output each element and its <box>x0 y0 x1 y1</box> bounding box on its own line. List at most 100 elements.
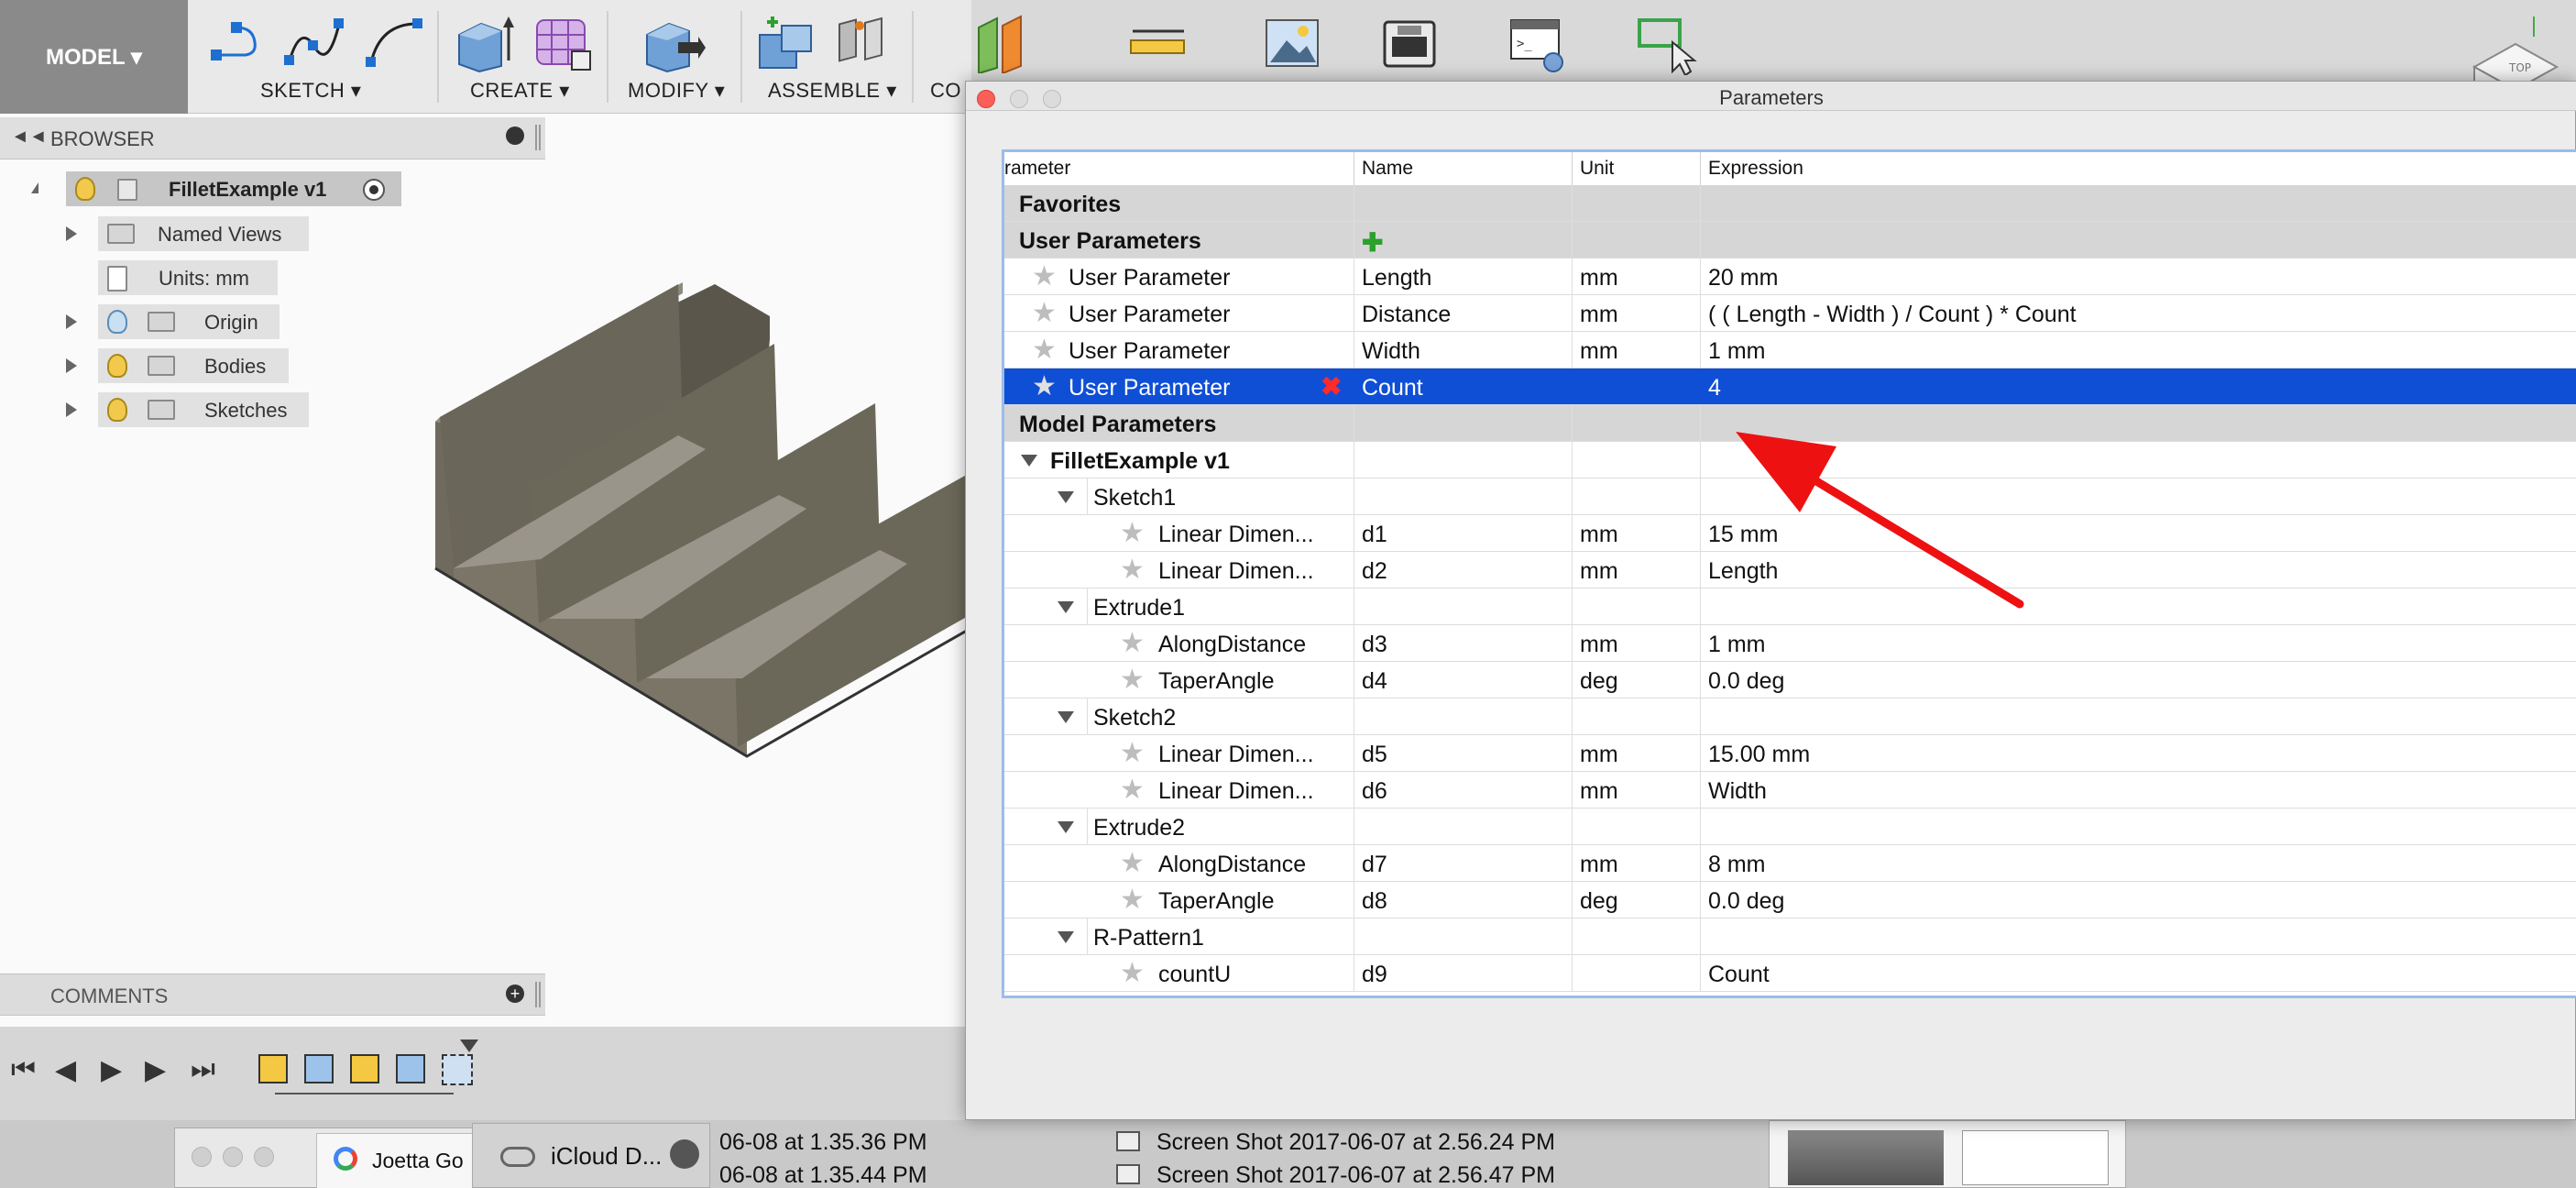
param-name[interactable]: d9 <box>1354 955 1573 992</box>
expanded-triangle-icon[interactable] <box>31 182 38 193</box>
collapse-triangle-icon[interactable] <box>1021 455 1037 467</box>
param-unit[interactable]: mm <box>1573 295 1701 332</box>
assemble-menu[interactable]: ASSEMBLE ▾ <box>768 79 897 103</box>
add-comment-icon[interactable]: + <box>506 984 524 1003</box>
favorite-star-icon[interactable]: ★ <box>1120 850 1145 877</box>
favorite-star-icon[interactable]: ★ <box>1120 520 1145 547</box>
param-expression[interactable]: 15.00 mm <box>1701 735 2576 772</box>
new-component-icon[interactable] <box>756 13 820 73</box>
skip-to-end-icon[interactable]: ⏭ <box>191 1054 215 1085</box>
tree-node-feature[interactable]: Extrude2 <box>1004 808 2576 845</box>
file-name[interactable]: Screen Shot 2017-06-07 at 2.56.24 PM <box>1156 1129 1555 1156</box>
favorite-star-icon[interactable]: ★ <box>1120 960 1145 987</box>
browser-panel-header[interactable]: ◄◄ BROWSER <box>0 117 545 160</box>
table-row[interactable]: ★ User Parameter Width mm 1 mm <box>1004 332 2576 368</box>
sketches-pill[interactable]: Sketches <box>98 392 309 427</box>
table-row[interactable]: ★ TaperAngle d4 deg 0.0 deg <box>1004 662 2576 698</box>
column-header-parameter[interactable]: rameter <box>1004 152 1354 185</box>
param-name[interactable]: d4 <box>1354 662 1573 698</box>
table-row[interactable]: ★ countU d9 Count <box>1004 955 2576 992</box>
collapse-panel-icon[interactable]: ◄◄ <box>11 126 48 148</box>
param-name[interactable]: Length <box>1354 258 1573 295</box>
favorite-star-icon[interactable]: ★ <box>1120 776 1145 804</box>
browser-item-origin[interactable]: Origin <box>0 304 545 339</box>
table-row[interactable]: ★ User Parameter Distance mm ( ( Length … <box>1004 295 2576 332</box>
comments-panel-header[interactable]: COMMENTS + <box>0 974 545 1016</box>
modify-menu[interactable]: MODIFY ▾ <box>628 79 725 103</box>
collapse-triangle-icon[interactable] <box>1058 491 1074 503</box>
construct-icon[interactable] <box>973 13 1037 73</box>
param-name[interactable]: Count <box>1354 368 1573 405</box>
favorite-star-icon[interactable]: ★ <box>1120 630 1145 657</box>
param-expression[interactable]: 20 mm <box>1701 258 2576 295</box>
select-icon[interactable] <box>1636 15 1700 75</box>
collapse-triangle-icon[interactable] <box>1058 711 1074 723</box>
param-name[interactable]: d1 <box>1354 515 1573 552</box>
visibility-bulb-icon[interactable] <box>107 310 127 334</box>
param-name[interactable]: d8 <box>1354 882 1573 918</box>
param-unit[interactable]: mm <box>1573 552 1701 588</box>
press-pull-icon[interactable] <box>641 15 706 73</box>
line-tool-icon[interactable] <box>209 18 264 64</box>
param-name[interactable]: d7 <box>1354 845 1573 882</box>
param-name[interactable]: d6 <box>1354 772 1573 808</box>
param-expression[interactable]: 1 mm <box>1701 625 2576 662</box>
table-row[interactable]: ★ Linear Dimen... d5 mm 15.00 mm <box>1004 735 2576 772</box>
file-name[interactable]: 06-08 at 1.35.36 PM <box>719 1129 927 1156</box>
browser-item-named-views[interactable]: Named Views <box>0 216 545 251</box>
section-user-parameters[interactable]: User Parameters ✚ <box>1004 222 2576 258</box>
expand-triangle-icon[interactable] <box>66 226 77 241</box>
favorite-star-icon[interactable]: ★ <box>1120 740 1145 767</box>
named-views-pill[interactable]: Named Views <box>98 216 309 251</box>
sketch-menu[interactable]: SKETCH ▾ <box>260 79 361 103</box>
play-icon[interactable]: ▶ <box>101 1054 122 1086</box>
close-window-icon[interactable] <box>977 90 995 108</box>
param-unit[interactable]: mm <box>1573 772 1701 808</box>
preview-thumbnail[interactable] <box>1769 1120 2126 1188</box>
arc-tool-icon[interactable] <box>362 15 426 70</box>
param-expression[interactable]: 0.0 deg <box>1701 662 2576 698</box>
param-unit[interactable] <box>1573 368 1701 405</box>
zoom-window-icon[interactable] <box>1043 90 1061 108</box>
units-pill[interactable]: Units: mm <box>98 260 278 295</box>
bodies-pill[interactable]: Bodies <box>98 348 289 383</box>
joint-icon[interactable] <box>834 13 898 73</box>
timeline-sketch2-icon[interactable] <box>350 1054 379 1084</box>
table-row[interactable]: ★ User Parameter Length mm 20 mm <box>1004 258 2576 295</box>
step-forward-icon[interactable]: ▶ <box>145 1054 166 1086</box>
param-unit[interactable]: mm <box>1573 625 1701 662</box>
favorite-star-icon[interactable]: ★ <box>1120 556 1145 584</box>
step-back-icon[interactable]: ◀ <box>55 1054 76 1086</box>
param-expression[interactable]: Width <box>1701 772 2576 808</box>
minimize-panel-icon[interactable] <box>506 126 524 145</box>
panel-grip-icon[interactable] <box>535 125 541 150</box>
visibility-bulb-icon[interactable] <box>107 354 127 378</box>
collapse-triangle-icon[interactable] <box>1058 601 1074 613</box>
param-name[interactable]: d5 <box>1354 735 1573 772</box>
spline-tool-icon[interactable] <box>282 15 346 70</box>
table-row[interactable]: ★ Linear Dimen... d6 mm Width <box>1004 772 2576 808</box>
tree-node-feature[interactable]: R-Pattern1 <box>1004 918 2576 955</box>
origin-pill[interactable]: Origin <box>98 304 280 339</box>
param-expression[interactable]: Count <box>1701 955 2576 992</box>
favorite-star-icon[interactable]: ★ <box>1032 263 1057 291</box>
model-viewport[interactable] <box>403 266 971 779</box>
param-unit[interactable]: deg <box>1573 662 1701 698</box>
param-unit[interactable]: mm <box>1573 845 1701 882</box>
scripts-addins-icon[interactable]: >_ <box>1507 16 1572 77</box>
column-header-expression[interactable]: Expression <box>1701 152 2576 185</box>
construct-menu[interactable]: CO <box>930 79 961 103</box>
param-unit[interactable] <box>1573 955 1701 992</box>
icloud-drive-item[interactable]: iCloud D... <box>472 1123 710 1188</box>
tree-node-feature[interactable]: Sketch2 <box>1004 698 2576 735</box>
workspace-dropdown[interactable]: MODEL ▾ <box>0 0 188 114</box>
param-name[interactable]: d3 <box>1354 625 1573 662</box>
param-unit[interactable]: mm <box>1573 258 1701 295</box>
section-favorites[interactable]: Favorites <box>1004 185 2576 222</box>
favorite-star-icon[interactable]: ★ <box>1032 373 1057 401</box>
extrude-icon[interactable] <box>454 15 518 73</box>
param-unit[interactable]: mm <box>1573 332 1701 368</box>
expand-triangle-icon[interactable] <box>66 358 77 373</box>
param-unit[interactable]: deg <box>1573 882 1701 918</box>
favorite-star-icon[interactable]: ★ <box>1032 300 1057 327</box>
